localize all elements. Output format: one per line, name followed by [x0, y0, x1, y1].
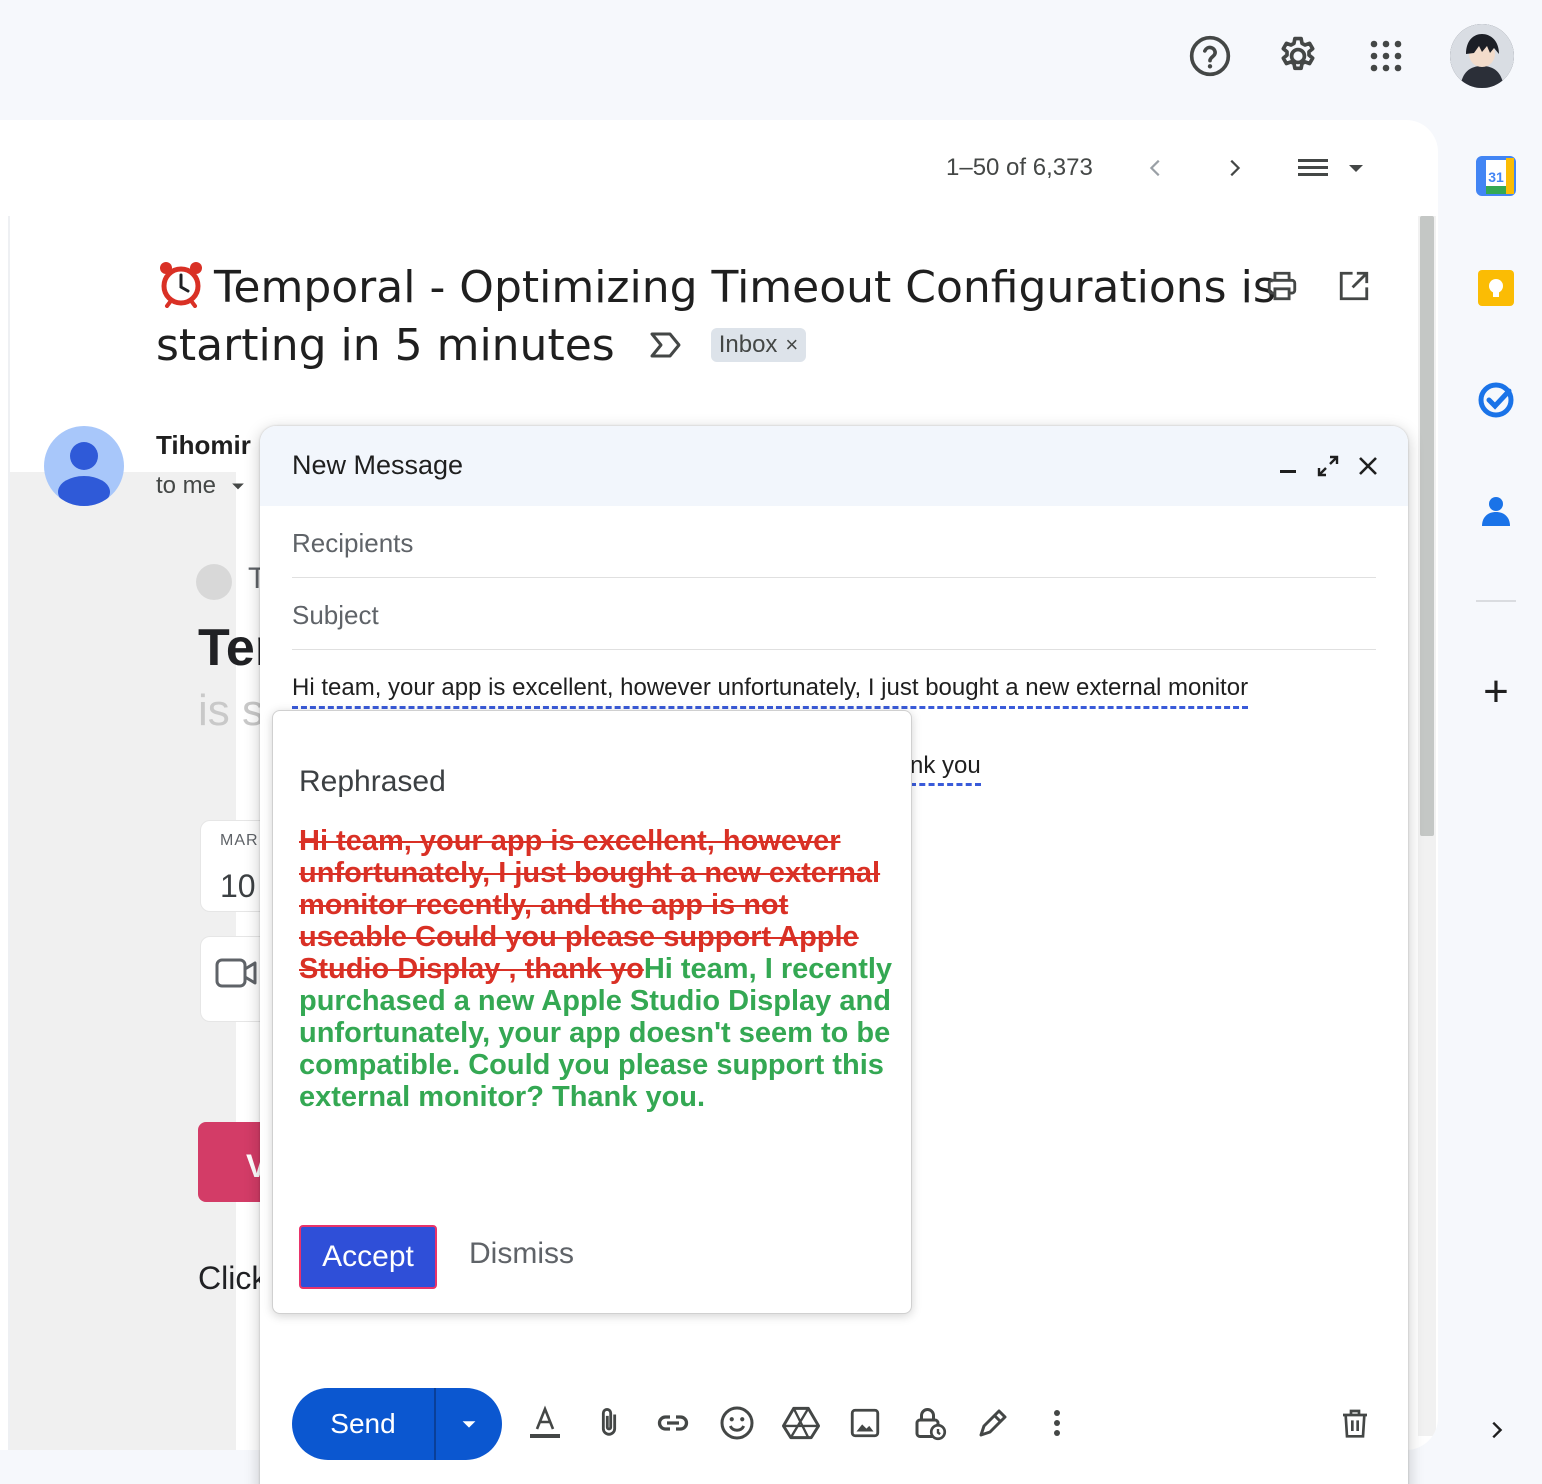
recipient-summary[interactable]: to me — [156, 472, 216, 500]
body-subtitle-fragment: is s — [198, 686, 264, 735]
sender-name[interactable]: Tihomir — [156, 430, 251, 461]
inbox-label-text: Inbox — [718, 331, 778, 358]
accept-button[interactable]: Accept — [299, 1225, 437, 1289]
emoji-icon[interactable] — [712, 1398, 762, 1448]
google-drive-icon[interactable] — [776, 1398, 826, 1448]
recipients-input[interactable]: Recipients — [292, 506, 1376, 578]
calendar-icon[interactable]: 31 — [1476, 156, 1516, 196]
signature-pen-icon[interactable] — [968, 1398, 1018, 1448]
email-subject: Temporal - Optimizing Timeout Configurat… — [156, 258, 1276, 375]
scrollbar-thumb[interactable] — [1420, 216, 1434, 836]
send-button[interactable]: Send — [292, 1388, 436, 1460]
add-addon-button[interactable]: + — [1470, 666, 1522, 718]
tasks-icon[interactable] — [1476, 380, 1516, 420]
text-format-icon[interactable] — [520, 1398, 570, 1448]
compose-title: New Message — [292, 450, 464, 480]
attach-file-icon[interactable] — [584, 1398, 634, 1448]
alarm-clock-icon — [156, 258, 206, 308]
more-options-icon[interactable] — [1032, 1398, 1082, 1448]
subject-input[interactable]: Subject — [292, 578, 1376, 650]
compose-body-text-line2[interactable]: nk you — [910, 752, 981, 786]
keep-notes-icon[interactable] — [1476, 268, 1516, 308]
close-icon[interactable] — [1348, 444, 1388, 488]
dismiss-button[interactable]: Dismiss — [469, 1237, 574, 1271]
rephrase-suggestion-popup: Rephrased Hi team, your app is excellent… — [272, 710, 912, 1314]
confidential-mode-icon[interactable] — [904, 1398, 954, 1448]
video-camera-icon — [214, 956, 258, 995]
suggestion-diff: Hi team, your app is excellent, however … — [299, 825, 895, 1113]
apps-grid-icon[interactable] — [1362, 32, 1410, 80]
chevron-down-icon — [462, 1421, 476, 1428]
remove-label-icon[interactable]: × — [785, 330, 798, 360]
email-subject-line2: starting in 5 minutes — [156, 320, 615, 371]
chevron-right-icon[interactable] — [1476, 1408, 1516, 1452]
print-icon[interactable] — [1258, 262, 1306, 310]
compose-body-text[interactable]: Hi team, your app is excellent, however … — [292, 674, 1249, 709]
chevron-down-icon[interactable] — [228, 476, 248, 501]
contacts-icon[interactable] — [1476, 492, 1516, 532]
sender-avatar[interactable] — [44, 426, 124, 506]
density-menu-icon[interactable] — [1290, 144, 1374, 192]
pagination-count: 1–50 of 6,373 — [946, 154, 1093, 181]
insert-link-icon[interactable] — [648, 1398, 698, 1448]
chevron-right-icon[interactable] — [1214, 144, 1254, 192]
inbox-label-chip[interactable]: Inbox × — [710, 328, 807, 362]
body-click-text: Click — [198, 1260, 268, 1296]
insert-photo-icon[interactable] — [840, 1398, 890, 1448]
event-day: 10 — [220, 868, 256, 904]
event-month: MAR — [220, 832, 259, 849]
calendar-day-label: 31 — [1488, 169, 1504, 185]
email-subject-line1: Temporal - Optimizing Timeout Configurat… — [214, 262, 1276, 313]
organizer-avatar — [196, 564, 232, 600]
account-avatar[interactable] — [1450, 24, 1514, 88]
suggestion-heading: Rephrased — [299, 765, 446, 798]
importance-marker-icon[interactable] — [649, 317, 683, 358]
minimize-icon[interactable] — [1268, 444, 1308, 488]
side-panel-divider — [1476, 600, 1516, 602]
compose-body-fragment: nk you — [910, 752, 981, 786]
trash-icon[interactable] — [1330, 1398, 1380, 1448]
gear-icon[interactable] — [1274, 32, 1322, 80]
help-icon[interactable] — [1186, 32, 1234, 80]
fullscreen-icon[interactable] — [1308, 444, 1348, 488]
open-in-new-window-icon[interactable] — [1330, 262, 1378, 310]
send-button-group: Send — [292, 1388, 502, 1460]
chevron-left-icon[interactable] — [1136, 144, 1176, 192]
